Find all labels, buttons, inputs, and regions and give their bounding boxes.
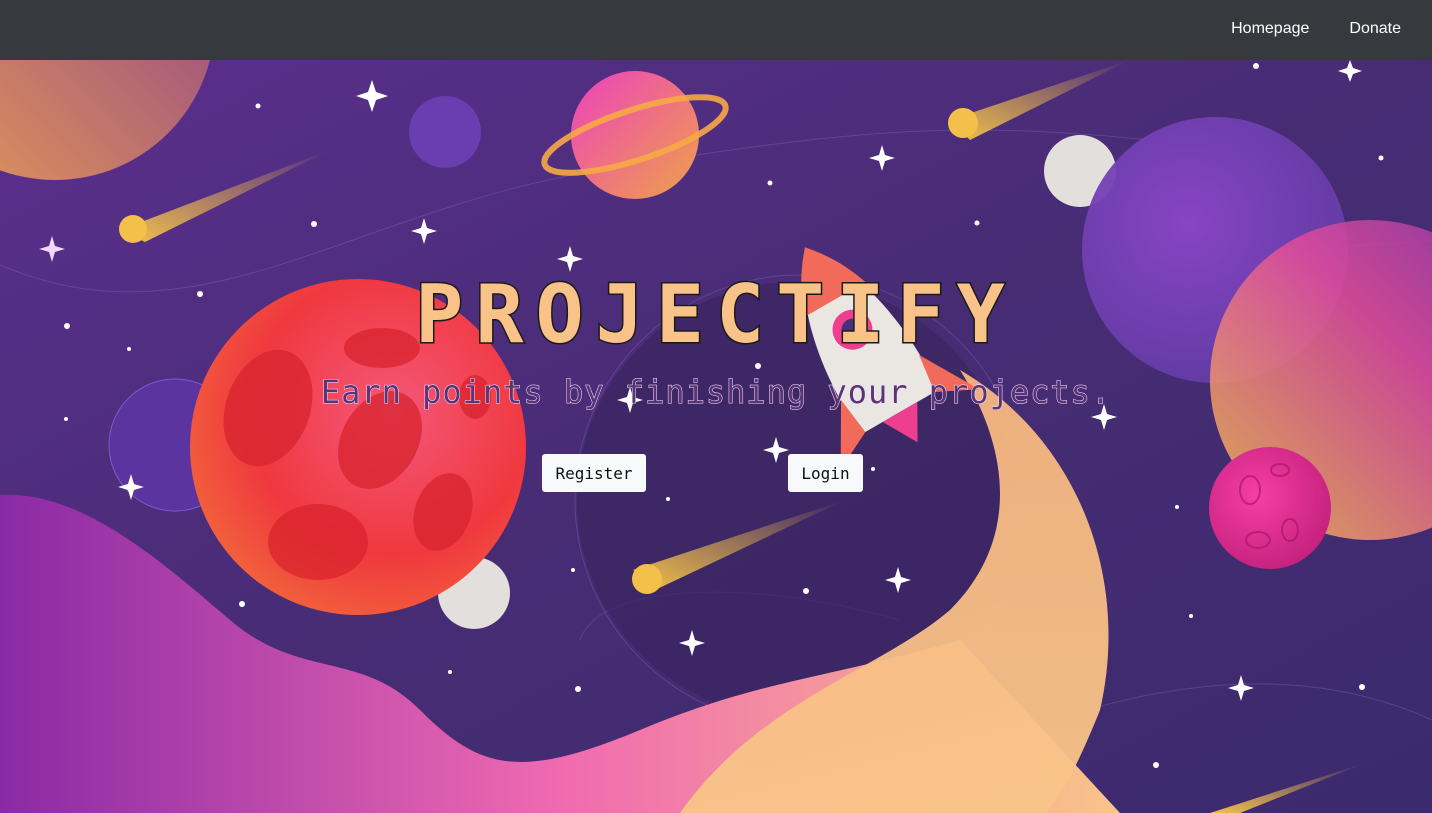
space-background-illustration <box>0 60 1432 813</box>
nav-link-homepage[interactable]: Homepage <box>1231 19 1309 39</box>
register-button[interactable]: Register <box>542 454 646 492</box>
top-navbar: Homepage Donate <box>0 0 1432 60</box>
nav-link-donate[interactable]: Donate <box>1349 19 1401 39</box>
nav-links: Homepage Donate <box>1231 19 1401 39</box>
page-title: PROJECTIFY <box>414 267 1017 363</box>
page-subtitle: Earn points by finishing your projects. <box>320 373 1112 412</box>
login-button[interactable]: Login <box>788 454 863 492</box>
hero-section: PROJECTIFY Earn points by finishing your… <box>0 60 1432 813</box>
